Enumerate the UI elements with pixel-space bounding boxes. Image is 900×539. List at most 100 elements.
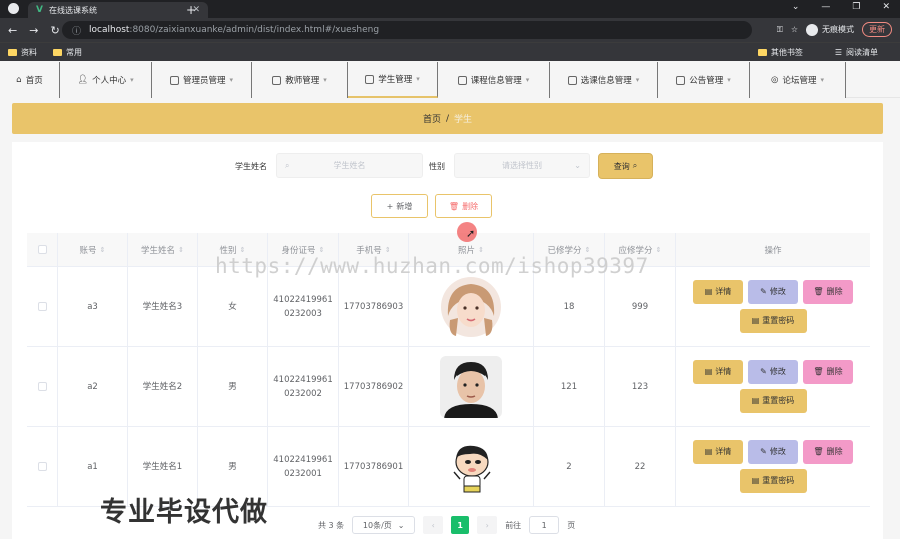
pencil-icon: ✎ bbox=[760, 287, 767, 296]
nav-item-teachers[interactable]: 教师管理 ▾ bbox=[252, 62, 348, 98]
student-photo-cartoon bbox=[440, 435, 502, 498]
cell-required-credits: 999 bbox=[605, 267, 676, 346]
bookmark-folder[interactable]: 常用 bbox=[53, 47, 82, 58]
folder-icon bbox=[757, 49, 767, 56]
chevron-left-icon: ‹ bbox=[431, 520, 435, 530]
sort-icon: ⇕ bbox=[384, 245, 391, 254]
document-icon: ▤ bbox=[751, 476, 760, 485]
table-row: a3 学生姓名3 女 41022419961 0232003 1770378690… bbox=[27, 267, 870, 347]
chart-icon bbox=[567, 75, 577, 85]
cell-actions: ▤ 详情 ✎ 修改 🗑︎ 删除 ▤ 重置密码 bbox=[676, 267, 870, 346]
minimize-icon[interactable]: — bbox=[821, 2, 830, 12]
reading-list[interactable]: ☰ 阅读清单 bbox=[835, 47, 878, 58]
nav-item-profile[interactable]: 👤︎ 个人中心 ▾ bbox=[60, 62, 152, 98]
crop-icon bbox=[457, 75, 467, 85]
reset-password-button[interactable]: ▤ 重置密码 bbox=[739, 309, 807, 333]
chevron-down-icon: ▾ bbox=[130, 76, 134, 84]
nav-item-home[interactable]: ⌂ 首页 bbox=[0, 62, 60, 98]
new-tab-icon[interactable]: + bbox=[186, 3, 196, 17]
detail-button[interactable]: ▤ 详情 bbox=[693, 360, 743, 384]
nav-item-announcements[interactable]: 公告管理 ▾ bbox=[658, 62, 750, 98]
pencil-icon: ✎ bbox=[760, 367, 767, 376]
globe-icon: ◎ bbox=[771, 75, 779, 85]
close-window-icon[interactable]: ✕ bbox=[882, 2, 890, 12]
browser-actions: ⚿ ☆ 无痕模式 更新 bbox=[777, 22, 892, 37]
key-icon[interactable]: ⚿ bbox=[777, 25, 783, 35]
delete-button[interactable]: 🗑︎ 删除 bbox=[803, 440, 853, 464]
url-input[interactable]: ⓘ localhost:8080/zaixianxuanke/admin/dis… bbox=[62, 21, 752, 39]
cell-account: a3 bbox=[58, 267, 128, 346]
image-icon bbox=[676, 75, 686, 85]
incognito-indicator[interactable]: 无痕模式 bbox=[806, 23, 854, 36]
next-page-button[interactable]: › bbox=[477, 516, 498, 534]
reset-password-button[interactable]: ▤ 重置密码 bbox=[739, 389, 807, 413]
breadcrumb-home[interactable]: 首页 bbox=[423, 112, 441, 125]
row-checkbox[interactable] bbox=[27, 267, 58, 346]
sort-icon: ⇕ bbox=[178, 245, 184, 254]
cursor-icon: ➚ bbox=[466, 227, 476, 240]
document-icon: ▤ bbox=[704, 447, 713, 456]
gender-select[interactable]: 请选择性别 ⌄ bbox=[454, 153, 590, 178]
browser-menu-icon[interactable] bbox=[8, 3, 19, 14]
cell-photo bbox=[409, 267, 534, 346]
delete-button[interactable]: 🗑︎ 删除 bbox=[803, 280, 853, 304]
query-button[interactable]: 查询 ⌕ bbox=[598, 153, 653, 179]
chevron-down-icon[interactable]: ⌄ bbox=[792, 2, 800, 12]
nav-item-selections[interactable]: 选课信息管理 ▾ bbox=[550, 62, 658, 98]
cell-actions: ▤ 详情 ✎ 修改 🗑︎ 删除 ▤ 重置密码 bbox=[676, 347, 870, 426]
reload-icon[interactable]: ↻ bbox=[50, 24, 59, 37]
bookmark-folder[interactable]: 资料 bbox=[8, 47, 37, 58]
gender-label: 性别 bbox=[429, 162, 445, 171]
header-name[interactable]: 学生姓名 ⇕ bbox=[128, 233, 198, 266]
table-row: a2 学生姓名2 男 41022419961 0232002 1770378690… bbox=[27, 347, 870, 427]
back-icon[interactable]: ← bbox=[8, 24, 17, 37]
page-number-active[interactable]: 1 bbox=[451, 516, 470, 534]
add-button[interactable]: + 新增 bbox=[371, 194, 428, 218]
row-checkbox[interactable] bbox=[27, 427, 58, 506]
info-icon[interactable]: ⓘ bbox=[72, 24, 81, 37]
goto-page-input[interactable]: 1 bbox=[529, 516, 560, 534]
row-checkbox[interactable] bbox=[27, 347, 58, 426]
other-bookmarks[interactable]: 其他书签 bbox=[757, 47, 803, 58]
document-icon: ▤ bbox=[704, 367, 713, 376]
home-icon: ⌂ bbox=[16, 75, 22, 85]
name-label: 学生姓名 bbox=[235, 162, 267, 171]
chevron-down-icon: ▾ bbox=[635, 76, 640, 84]
pagination: 共 3 条 10条/页 ⌄ ‹ 1 › 前往 1 页 bbox=[318, 515, 575, 535]
nav-item-students[interactable]: 学生管理 ▾ bbox=[348, 62, 438, 98]
cell-gender: 女 bbox=[198, 267, 268, 346]
breadcrumb-separator: / bbox=[445, 113, 450, 124]
browser-tab[interactable]: V 在线选课系统 ✕ bbox=[28, 2, 208, 18]
nav-item-admins[interactable]: 管理员管理 ▾ bbox=[152, 62, 252, 98]
header-account[interactable]: 账号 ⇕ bbox=[58, 233, 128, 266]
header-actions: 操作 bbox=[764, 245, 782, 256]
sort-icon: ⇕ bbox=[99, 245, 106, 254]
cell-name: 学生姓名2 bbox=[128, 347, 198, 426]
update-button[interactable]: 更新 bbox=[862, 22, 892, 37]
document-icon: ▤ bbox=[751, 316, 760, 325]
folder-icon bbox=[8, 48, 17, 56]
nav-item-forum[interactable]: ◎ 论坛管理 ▾ bbox=[750, 62, 846, 98]
prev-page-button[interactable]: ‹ bbox=[423, 516, 444, 534]
trash-icon: 🗑︎ bbox=[813, 447, 824, 456]
edit-button[interactable]: ✎ 修改 bbox=[748, 440, 798, 464]
search-form: 学生姓名 ⌕ 学生姓名 性别 请选择性别 ⌄ bbox=[0, 153, 900, 179]
batch-delete-button[interactable]: 🗑︎ 删除 bbox=[435, 194, 492, 218]
nav-item-courses[interactable]: 课程信息管理 ▾ bbox=[438, 62, 550, 98]
detail-button[interactable]: ▤ 详情 bbox=[693, 280, 743, 304]
detail-button[interactable]: ▤ 详情 bbox=[693, 440, 743, 464]
top-nav: ⌂ 首页 👤︎ 个人中心 ▾ 管理员管理 ▾ 教师管理 ▾ 学生管理 ▾ 课程信息管理 ▾ 选… bbox=[0, 62, 900, 98]
forward-icon[interactable]: → bbox=[29, 24, 38, 37]
edit-button[interactable]: ✎ 修改 bbox=[748, 280, 798, 304]
reset-password-button[interactable]: ▤ 重置密码 bbox=[739, 469, 807, 493]
cell-gender: 男 bbox=[198, 347, 268, 426]
delete-button[interactable]: 🗑︎ 删除 bbox=[803, 360, 853, 384]
restore-icon[interactable]: ❐ bbox=[852, 2, 860, 12]
name-search-input[interactable]: ⌕ 学生姓名 bbox=[276, 153, 423, 178]
page-size-select[interactable]: 10条/页 ⌄ bbox=[352, 516, 416, 534]
select-all-checkbox[interactable] bbox=[27, 233, 58, 266]
cell-earned-credits: 18 bbox=[534, 267, 605, 346]
star-icon[interactable]: ☆ bbox=[791, 25, 798, 34]
edit-button[interactable]: ✎ 修改 bbox=[748, 360, 798, 384]
sort-icon: ⇕ bbox=[478, 245, 484, 254]
